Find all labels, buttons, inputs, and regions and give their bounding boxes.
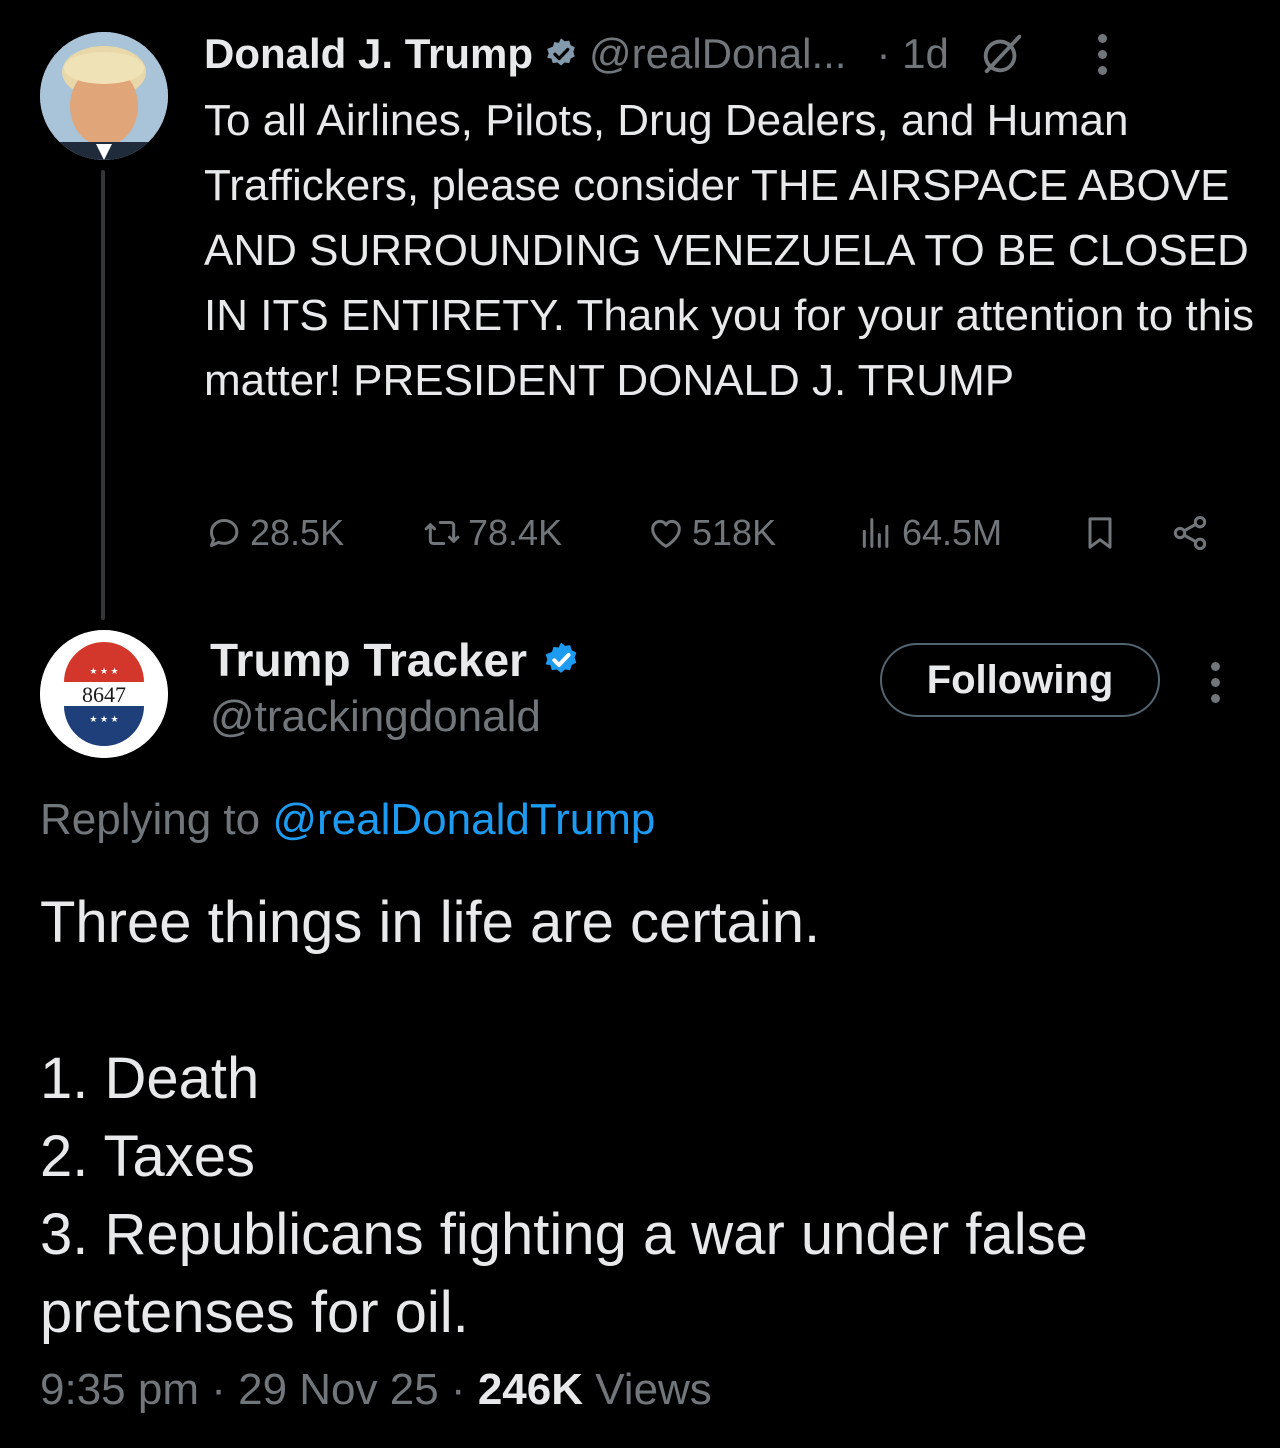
svg-text:★ ★ ★: ★ ★ ★ bbox=[89, 666, 118, 676]
action-bar: 28.5K 78.4K 518K 64.5M bbox=[204, 505, 1224, 561]
reply-button[interactable]: 28.5K bbox=[204, 505, 344, 561]
reply-author-handle[interactable]: @trackingdonald bbox=[210, 692, 541, 742]
reply-author-name-row: Trump Tracker bbox=[210, 632, 591, 688]
like-icon bbox=[651, 519, 681, 548]
reply-line: 3. Republicans fighting a war under fals… bbox=[40, 1202, 1088, 1345]
bookmark-button[interactable] bbox=[1080, 505, 1126, 561]
author-handle[interactable]: @realDonal... bbox=[589, 30, 846, 78]
views-count: 246K bbox=[477, 1365, 583, 1414]
repost-icon bbox=[424, 521, 460, 545]
author-avatar[interactable] bbox=[40, 32, 168, 160]
views-button[interactable]: 64.5M bbox=[856, 505, 1002, 561]
more-icon[interactable] bbox=[1097, 33, 1109, 75]
original-post-text: To all Airlines, Pilots, Drug Dealers, a… bbox=[204, 96, 1267, 405]
reply-author-avatar[interactable]: 8647 ★ ★ ★ ★ ★ ★ bbox=[40, 630, 168, 758]
following-button[interactable]: Following bbox=[880, 643, 1160, 717]
views-count: 64.5M bbox=[902, 512, 1003, 553]
like-button[interactable]: 518K bbox=[646, 505, 776, 561]
avatar-badge-text: 8647 bbox=[82, 682, 126, 707]
reply-line: 1. Death bbox=[40, 1046, 260, 1111]
repost-button[interactable]: 78.4K bbox=[422, 505, 562, 561]
post-date[interactable]: 29 Nov 25 bbox=[238, 1365, 439, 1414]
like-count: 518K bbox=[692, 512, 777, 553]
share-icon bbox=[1173, 516, 1207, 550]
8647-badge-logo: 8647 ★ ★ ★ ★ ★ ★ bbox=[40, 630, 168, 758]
replying-to-line: Replying to @realDonaldTrump bbox=[40, 795, 655, 845]
views-label: Views bbox=[595, 1365, 712, 1414]
replying-to-mention[interactable]: @realDonaldTrump bbox=[272, 795, 655, 844]
reply-count: 28.5K bbox=[250, 512, 345, 553]
post-meta-footer: 9:35 pm · 29 Nov 25 · 246K Views bbox=[40, 1365, 712, 1414]
reply-line bbox=[40, 962, 1240, 1040]
thread-connector-line bbox=[101, 170, 105, 620]
repost-count: 78.4K bbox=[468, 512, 563, 553]
verified-badge-icon bbox=[545, 642, 577, 673]
reply-author-name[interactable]: Trump Tracker bbox=[210, 633, 527, 687]
replying-prefix: Replying to bbox=[40, 795, 261, 844]
author-name[interactable]: Donald J. Trump bbox=[204, 30, 533, 78]
verified-badge-icon bbox=[547, 38, 575, 66]
reply-icon bbox=[210, 519, 239, 547]
post-time[interactable]: 9:35 pm bbox=[40, 1365, 199, 1414]
grok-icon[interactable] bbox=[979, 31, 1025, 77]
reply-post-text: Three things in life are certain. 1. Dea… bbox=[40, 884, 1240, 1352]
original-post-header: Donald J. Trump @realDonal... · 1d bbox=[204, 28, 1109, 80]
post-time[interactable]: · 1d bbox=[876, 30, 948, 78]
reply-line: 2. Taxes bbox=[40, 1124, 255, 1189]
reply-line: Three things in life are certain. bbox=[40, 890, 821, 955]
more-icon[interactable] bbox=[1209, 662, 1221, 703]
avatar-portrait-icon bbox=[40, 32, 168, 160]
svg-text:★ ★ ★: ★ ★ ★ bbox=[89, 714, 118, 724]
views-icon bbox=[862, 518, 889, 548]
share-button[interactable] bbox=[1170, 505, 1216, 561]
bookmark-icon bbox=[1088, 517, 1112, 549]
